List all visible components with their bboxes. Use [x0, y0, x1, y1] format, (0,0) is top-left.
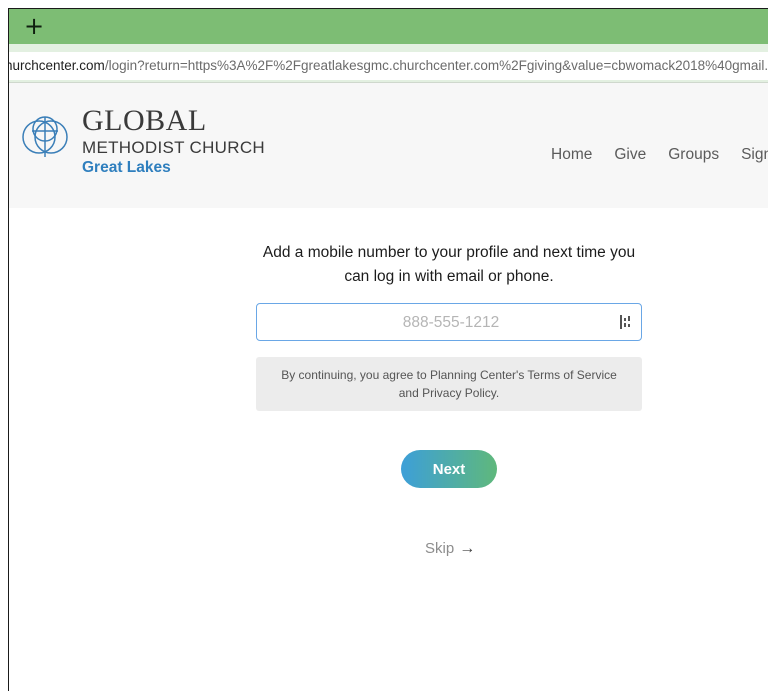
- url-path: /login?return=https%3A%2F%2Fgreatlakesgm…: [104, 58, 768, 73]
- terms-notice: By continuing, you agree to Planning Cen…: [256, 357, 642, 411]
- browser-window: + hurchcenter.com/login?return=https%3A%…: [8, 8, 768, 691]
- address-bar: hurchcenter.com/login?return=https%3A%2F…: [9, 44, 768, 83]
- main-nav: Home Give Groups Sign: [551, 144, 768, 166]
- nav-give-link[interactable]: Give: [614, 144, 646, 166]
- url-host: hurchcenter.com: [8, 58, 105, 73]
- terms-text: By continuing, you agree to Planning Cen…: [281, 368, 617, 400]
- phone-field[interactable]: [256, 303, 645, 342]
- tab-bar: +: [9, 9, 768, 44]
- url-text[interactable]: hurchcenter.com/login?return=https%3A%2F…: [8, 52, 768, 80]
- nav-groups-link[interactable]: Groups: [668, 144, 719, 166]
- nav-home-link[interactable]: Home: [551, 144, 592, 166]
- password-manager-icon[interactable]: [620, 315, 632, 329]
- phone-input[interactable]: [257, 304, 645, 342]
- cross-circles-logo-icon[interactable]: [19, 111, 71, 163]
- next-button[interactable]: Next: [401, 450, 497, 488]
- skip-link[interactable]: Skip →: [425, 539, 475, 559]
- url-field[interactable]: hurchcenter.com/login?return=https%3A%2F…: [9, 52, 768, 80]
- nav-sign-in-link[interactable]: Sign: [741, 144, 768, 166]
- mobile-number-prompt: Add a mobile number to your profile and …: [262, 244, 636, 285]
- brand-name[interactable]: GLOBAL: [82, 106, 207, 136]
- login-panel: Add a mobile number to your profile and …: [9, 208, 768, 691]
- skip-label: Skip: [425, 540, 455, 557]
- site-header: GLOBAL METHODIST CHURCH Great Lakes Home…: [9, 83, 768, 208]
- new-tab-button[interactable]: +: [21, 12, 47, 40]
- brand-subtitle: METHODIST CHURCH: [82, 138, 265, 157]
- brand-region: Great Lakes: [82, 159, 171, 176]
- arrow-right-icon: →: [459, 540, 476, 557]
